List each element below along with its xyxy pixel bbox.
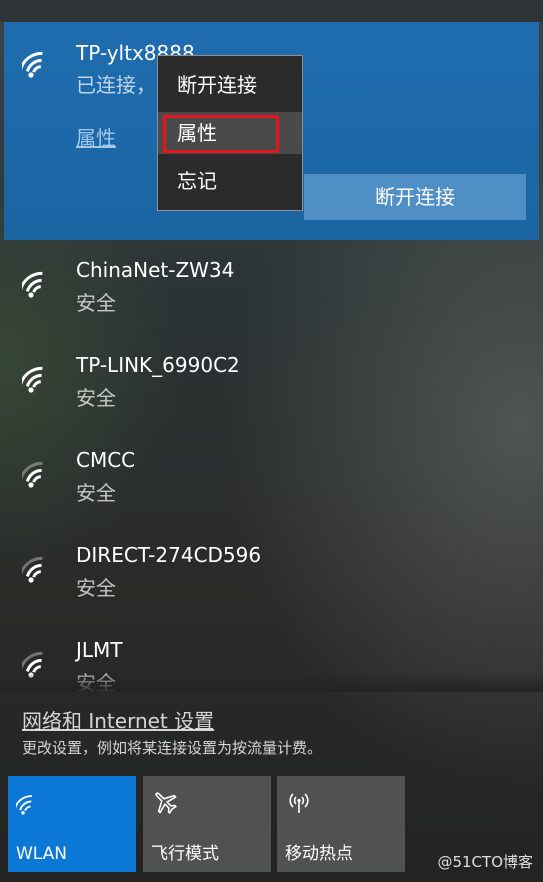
connected-status: 已连接， [76, 73, 156, 97]
hotspot-icon [285, 788, 313, 816]
top-bar [0, 0, 543, 22]
network-settings-link[interactable]: 网络和 Internet 设置 [22, 705, 214, 734]
network-ssid: TP-LINK_6990C2 [76, 353, 240, 377]
network-item[interactable]: DIRECT-274CD596 安全 [0, 530, 543, 625]
mobile-hotspot-toggle[interactable]: 移动热点 [277, 776, 405, 872]
watermark: @51CTO博客 [437, 853, 533, 871]
network-security: 安全 [76, 481, 116, 505]
properties-link[interactable]: 属性 [76, 122, 116, 151]
wifi-icon [16, 788, 44, 816]
network-ssid: CMCC [76, 448, 136, 472]
network-security: 安全 [76, 386, 116, 410]
menu-item-forget[interactable]: 忘记 [158, 160, 302, 202]
airplane-mode-toggle[interactable]: 飞行模式 [143, 776, 271, 872]
disconnect-button[interactable]: 断开连接 [304, 174, 526, 220]
tile-label: 移动热点 [285, 844, 353, 864]
wifi-icon [22, 453, 58, 489]
network-security: 安全 [76, 576, 116, 600]
wifi-icon [22, 43, 58, 79]
network-ssid: DIRECT-274CD596 [76, 543, 262, 567]
wlan-toggle[interactable]: WLAN [8, 776, 136, 872]
tile-label: 飞行模式 [151, 844, 219, 864]
wifi-icon [22, 358, 58, 394]
network-item[interactable]: ChinaNet-ZW34 安全 [0, 245, 543, 340]
highlight-box [163, 115, 279, 153]
network-item[interactable]: TP-LINK_6990C2 安全 [0, 340, 543, 435]
list-fade [0, 672, 543, 692]
network-item[interactable]: CMCC 安全 [0, 435, 543, 530]
network-security: 安全 [76, 291, 116, 315]
network-ssid: ChinaNet-ZW34 [76, 258, 235, 282]
wifi-icon [22, 548, 58, 584]
network-ssid: JLMT [76, 638, 123, 662]
network-settings-description: 更改设置，例如将某连接设置为按流量计费。 [22, 739, 323, 757]
wifi-icon [22, 263, 58, 299]
airplane-icon [151, 788, 179, 816]
tile-label: WLAN [16, 844, 68, 864]
menu-item-disconnect[interactable]: 断开连接 [158, 64, 302, 106]
